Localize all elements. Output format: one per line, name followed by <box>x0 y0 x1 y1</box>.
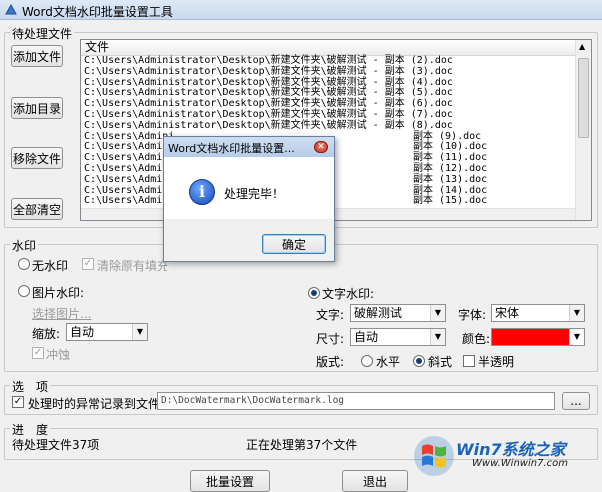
scroll-up-arrow-icon[interactable]: ▲ <box>579 42 585 51</box>
browse-button[interactable]: ... <box>562 392 590 410</box>
size-label: 尺寸: <box>316 332 345 346</box>
list-item-tail <box>413 88 573 99</box>
semi-transparent-checkbox[interactable] <box>463 355 475 367</box>
dialog-title-bar: Word文档水印批量设置... ✕ <box>164 137 334 157</box>
files-group-label: 待处理文件 <box>10 25 75 42</box>
text-value: 破解测试 <box>354 306 403 320</box>
logo-url: Www.Winwin7.com <box>472 458 568 469</box>
layout-horizontal-radio[interactable] <box>361 355 373 367</box>
font-select[interactable]: 宋体 ▼ <box>491 304 585 322</box>
clear-existing-checkbox[interactable]: ✓ <box>82 258 94 270</box>
clear-all-button[interactable]: 全部清空 <box>11 198 63 220</box>
chevron-down-icon[interactable]: ▼ <box>430 329 445 345</box>
font-label: 字体: <box>458 308 487 322</box>
size-value: 自动 <box>354 330 379 344</box>
layout-label: 版式: <box>316 355 345 369</box>
window-title: Word文档水印批量设置工具 <box>22 5 173 19</box>
dialog-title: Word文档水印批量设置... <box>168 142 295 155</box>
file-list[interactable]: 文件 C:\Users\Administrator\Desktop\新建文件夹\… <box>80 39 592 221</box>
dialog-message: 处理完毕！ <box>224 187 285 201</box>
add-directory-button[interactable]: 添加目录 <box>11 97 63 119</box>
title-bar: Word文档水印批量设置工具 <box>0 0 602 20</box>
watermark-group-label: 水印 <box>10 237 39 254</box>
options-group-label: 选 项 <box>10 378 51 395</box>
log-errors-checkbox[interactable]: ✓ <box>12 396 24 408</box>
list-item-tail: 副本 (13).doc <box>413 173 488 185</box>
scale-label: 缩放: <box>32 327 61 341</box>
list-item-tail: 副本 (15).doc <box>413 195 488 207</box>
washout-label: 冲蚀 <box>46 348 71 362</box>
size-select[interactable]: 自动 ▼ <box>350 328 446 346</box>
layout-diagonal-label: 斜式 <box>428 355 453 369</box>
log-path-input[interactable]: D:\DocWatermark\DocWatermark.log <box>157 392 555 410</box>
washout-checkbox[interactable]: ✓ <box>32 347 44 359</box>
layout-diagonal-radio[interactable] <box>413 355 425 367</box>
logo-brand: Win7系统之家 <box>456 440 566 459</box>
chevron-down-icon[interactable]: ▼ <box>132 324 147 340</box>
completion-dialog: Word文档水印批量设置... ✕ i 处理完毕！ 确定 <box>163 136 335 262</box>
image-watermark-radio[interactable] <box>18 285 30 297</box>
list-item-tail <box>413 121 573 132</box>
remove-file-button[interactable]: 移除文件 <box>11 147 63 169</box>
semi-transparent-label: 半透明 <box>478 355 515 369</box>
text-watermark-label: 文字水印: <box>322 287 375 301</box>
list-item-tail <box>413 56 573 67</box>
app-icon <box>5 3 17 15</box>
chevron-down-icon[interactable]: ▼ <box>430 305 445 321</box>
list-item-tail <box>413 99 573 110</box>
vertical-scrollbar[interactable]: ▲ <box>575 40 591 220</box>
processing-status: 正在处理第37个文件 <box>246 438 358 452</box>
text-label: 文字: <box>316 308 345 322</box>
scale-select[interactable]: 自动 ▼ <box>66 323 148 341</box>
choose-image-link[interactable]: 选择图片... <box>32 305 91 322</box>
scroll-thumb[interactable] <box>578 58 589 138</box>
image-watermark-label: 图片水印: <box>32 286 85 300</box>
log-errors-label: 处理时的异常记录到文件: <box>28 397 165 411</box>
pending-count: 待处理文件37项 <box>12 438 100 452</box>
clear-existing-label: 清除原有填充水印 <box>97 259 167 273</box>
font-value: 宋体 <box>495 306 520 320</box>
close-icon[interactable]: ✕ <box>314 141 328 153</box>
list-item-tail <box>413 78 573 89</box>
batch-settings-button[interactable]: 批量设置 <box>190 470 270 492</box>
file-column-header[interactable]: 文件 <box>81 40 575 56</box>
file-rows-right: 副本 (9).doc 副本 (10).doc 副本 (11).doc 副本 (12).… <box>413 56 573 207</box>
ok-button[interactable]: 确定 <box>262 234 326 254</box>
exit-button[interactable]: 退出 <box>342 470 408 492</box>
color-select[interactable]: ▼ <box>491 328 585 346</box>
scale-value: 自动 <box>70 325 95 339</box>
text-watermark-radio[interactable] <box>308 287 320 299</box>
chevron-down-icon[interactable]: ▼ <box>569 329 584 345</box>
layout-horizontal-label: 水平 <box>376 355 401 369</box>
no-watermark-radio[interactable] <box>18 258 30 270</box>
add-file-button[interactable]: 添加文件 <box>11 45 63 67</box>
info-icon: i <box>189 179 215 205</box>
chevron-down-icon[interactable]: ▼ <box>569 305 584 321</box>
list-item-tail <box>413 67 573 78</box>
list-item-tail <box>413 110 573 121</box>
site-logo: Win7系统之家 Www.Winwin7.com <box>412 428 602 480</box>
color-label: 颜色: <box>462 332 491 346</box>
text-input[interactable]: 破解测试 ▼ <box>350 304 446 322</box>
no-watermark-label: 无水印 <box>32 259 69 273</box>
